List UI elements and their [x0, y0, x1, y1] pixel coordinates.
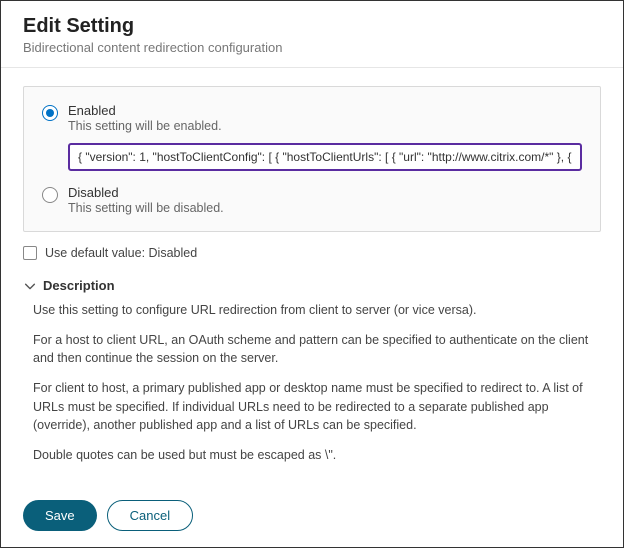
radio-disabled-text: Disabled This setting will be disabled.	[68, 185, 582, 215]
radio-enabled-label: Enabled	[68, 103, 582, 118]
radio-enabled-control[interactable]	[42, 105, 58, 121]
radio-disabled-label: Disabled	[68, 185, 582, 200]
use-default-checkbox[interactable]	[23, 246, 37, 260]
description-p1: Use this setting to configure URL redire…	[33, 301, 601, 319]
dialog-subtitle: Bidirectional content redirection config…	[23, 40, 601, 55]
description-p3: For client to host, a primary published …	[33, 379, 601, 433]
radio-enabled-text: Enabled This setting will be enabled.	[68, 103, 582, 171]
radio-disabled-desc: This setting will be disabled.	[68, 201, 582, 215]
cancel-button[interactable]: Cancel	[107, 500, 193, 531]
dialog-title: Edit Setting	[23, 15, 601, 38]
radio-dot-icon	[46, 109, 54, 117]
description-p2: For a host to client URL, an OAuth schem…	[33, 331, 601, 367]
description-section: Description Use this setting to configur…	[23, 278, 601, 494]
use-default-checkbox-row[interactable]: Use default value: Disabled	[23, 246, 601, 260]
radio-disabled[interactable]: Disabled This setting will be disabled.	[42, 185, 582, 215]
description-heading: Description	[43, 278, 115, 293]
dialog-header: Edit Setting Bidirectional content redir…	[1, 1, 623, 68]
chevron-down-icon	[23, 279, 37, 293]
config-json-input[interactable]	[68, 143, 582, 171]
dialog-footer: Save Cancel	[1, 488, 623, 547]
radio-enabled[interactable]: Enabled This setting will be enabled.	[42, 103, 582, 171]
radio-disabled-control[interactable]	[42, 187, 58, 203]
use-default-label: Use default value: Disabled	[45, 246, 197, 260]
enable-disable-group: Enabled This setting will be enabled. Di…	[23, 86, 601, 232]
save-button[interactable]: Save	[23, 500, 97, 531]
description-toggle[interactable]: Description	[23, 278, 601, 293]
dialog-body: Enabled This setting will be enabled. Di…	[1, 68, 623, 494]
description-p4: Double quotes can be used but must be es…	[33, 446, 601, 464]
description-body: Use this setting to configure URL redire…	[23, 301, 601, 494]
radio-enabled-desc: This setting will be enabled.	[68, 119, 582, 133]
